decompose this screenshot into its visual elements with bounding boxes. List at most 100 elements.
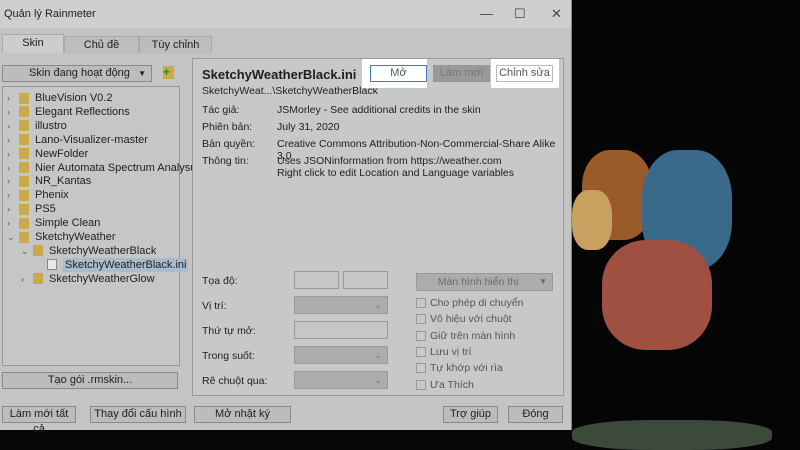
minimize-icon[interactable]: — <box>480 6 493 21</box>
checkbox-label: Lưu vị trí <box>430 345 472 358</box>
folder-icon <box>19 92 29 104</box>
position-select[interactable]: ⌄ <box>294 296 388 314</box>
tree-node-label: SketchyWeatherBlack <box>49 244 157 257</box>
y-coord-input[interactable] <box>343 271 388 289</box>
create-rmskin-button[interactable]: Tạo gói .rmskin... <box>2 372 178 389</box>
refresh-button[interactable]: Làm mới <box>433 65 490 82</box>
skin-tree: › BlueVision V0.2 › Elegant Reflections › ill… <box>2 86 200 366</box>
chevron-right-icon[interactable]: › <box>7 188 19 202</box>
refresh-all-button[interactable]: Làm mới tất cả <box>2 406 76 435</box>
tree-node-label: BlueVision V0.2 <box>35 92 113 104</box>
chevron-down-icon[interactable]: ⌄ <box>7 230 19 244</box>
version-label: Phiên bản: <box>202 121 253 133</box>
info-line-1: Uses JSONinformation from https://weathe… <box>277 155 502 167</box>
checkbox[interactable] <box>416 346 426 357</box>
desktop-background <box>572 0 800 450</box>
dropdown-label: Skin đang hoạt động <box>29 67 130 79</box>
checkbox-option[interactable]: Lưu vị trí <box>416 346 471 358</box>
checkbox-label: Ưa Thích <box>430 378 474 391</box>
skin-details-panel: SketchyWeatherBlack.ini SketchyWeat...\S… <box>192 58 564 396</box>
checkbox-option[interactable]: Vô hiệu với chuột <box>416 313 512 325</box>
open-button[interactable]: Mở <box>370 65 427 82</box>
tree-node-label: Elegant Reflections <box>35 105 130 118</box>
chevron-right-icon[interactable]: › <box>7 105 19 119</box>
hover-label: Rê chuột qua: <box>202 375 268 387</box>
chevron-right-icon[interactable]: › <box>7 91 19 105</box>
transparency-select[interactable]: ⌄ <box>294 346 388 364</box>
active-skins-dropdown[interactable]: Skin đang hoạt động ▼ <box>2 65 152 82</box>
folder-icon <box>33 245 43 257</box>
chevron-right-icon[interactable]: › <box>7 202 19 216</box>
display-monitor-select[interactable]: Màn hình hiển thị ▼ <box>416 273 553 291</box>
folder-icon <box>19 175 29 187</box>
tree-node[interactable]: › Lano-Visualizer-master <box>7 133 148 147</box>
hover-select[interactable]: ⌄ <box>294 371 388 389</box>
checkbox[interactable] <box>416 379 426 390</box>
checkbox[interactable] <box>416 314 426 325</box>
tree-node[interactable]: › Simple Clean <box>7 216 100 230</box>
open-log-button[interactable]: Mở nhật ký <box>194 406 291 423</box>
load-order-input[interactable] <box>294 321 388 339</box>
tree-node[interactable]: › NewFolder <box>7 147 88 161</box>
chevron-right-icon[interactable]: › <box>7 119 19 133</box>
checkbox-label: Tự khớp với rìa <box>430 362 503 375</box>
checkbox-option[interactable]: Tự khớp với rìa <box>416 362 503 374</box>
folder-icon <box>33 273 43 285</box>
checkbox-option[interactable]: Giữ trên màn hình <box>416 330 515 342</box>
license-label: Bản quyền: <box>202 138 256 150</box>
chevron-right-icon[interactable]: › <box>7 161 19 175</box>
checkbox[interactable] <box>416 298 426 308</box>
tree-node[interactable]: › illustro <box>7 119 67 133</box>
checkbox-label: Cho phép di chuyển <box>430 297 524 309</box>
add-skin-icon[interactable]: + <box>163 66 174 79</box>
chevron-down-icon[interactable]: ⌄ <box>21 244 33 258</box>
tree-node[interactable]: › Nier Automata Spectrum Analysur <box>7 161 200 175</box>
tree-node[interactable]: › PS5 <box>7 202 56 216</box>
close-icon[interactable]: ✕ <box>551 6 562 22</box>
tree-node[interactable]: › SketchyWeatherGlow <box>21 272 155 286</box>
tree-node-label: Phenix <box>35 189 69 202</box>
info-label: Thông tin: <box>202 155 249 167</box>
close-button[interactable]: Đóng <box>508 406 563 423</box>
chevron-right-icon[interactable]: › <box>21 272 33 286</box>
chevron-down-icon: ▼ <box>138 69 146 78</box>
author-label: Tác giả: <box>202 104 240 116</box>
edit-button[interactable]: Chỉnh sửa <box>496 65 553 82</box>
folder-icon <box>19 217 29 229</box>
checkbox[interactable] <box>416 363 426 374</box>
tree-node[interactable]: › BlueVision V0.2 <box>7 91 112 105</box>
checkbox-option[interactable]: Ưa Thích <box>416 379 474 391</box>
x-coord-input[interactable] <box>294 271 339 289</box>
folder-icon <box>19 189 29 201</box>
tree-node[interactable]: ⌄ SketchyWeather <box>7 230 116 244</box>
info-line-2: Right click to edit Location and Languag… <box>277 167 514 179</box>
version-value: July 31, 2020 <box>277 121 340 133</box>
tree-node[interactable]: › Phenix <box>7 188 69 202</box>
window-title: Quản lý Rainmeter <box>4 8 96 20</box>
load-order-label: Thứ tự mở: <box>202 325 256 337</box>
maximize-icon[interactable]: ☐ <box>514 6 526 22</box>
chevron-right-icon[interactable]: › <box>7 147 19 161</box>
folder-icon <box>19 203 29 215</box>
tab-themes[interactable]: Chủ đề <box>64 36 139 53</box>
folder-icon <box>19 106 29 118</box>
chevron-right-icon[interactable]: › <box>7 133 19 147</box>
checkbox-option[interactable]: Cho phép di chuyển <box>416 297 523 309</box>
tab-skin[interactable]: Skin <box>2 34 64 53</box>
position-label: Vị trí: <box>202 300 227 312</box>
tree-node[interactable]: › NR_Kantas <box>7 174 91 188</box>
tree-node[interactable]: ⌄ SketchyWeatherBlack <box>21 244 156 258</box>
tree-node-label: NR_Kantas <box>35 175 92 188</box>
chevron-right-icon[interactable]: › <box>7 216 19 230</box>
tab-settings[interactable]: Tùy chỉnh <box>139 36 212 53</box>
tree-node[interactable]: › Elegant Reflections <box>7 105 130 119</box>
change-layout-button[interactable]: Thay đổi cấu hình <box>90 406 186 423</box>
transparency-label: Trong suốt: <box>202 350 255 362</box>
checkbox[interactable] <box>416 330 426 341</box>
tree-node-label: Simple Clean <box>35 217 101 230</box>
chevron-right-icon[interactable]: › <box>7 174 19 188</box>
tree-node-label: SketchyWeatherGlow <box>49 272 155 285</box>
checkbox-label: Vô hiệu với chuột <box>430 313 512 326</box>
help-button[interactable]: Trợ giúp <box>443 406 498 423</box>
tree-node[interactable]: SketchyWeatherBlack.ini <box>35 257 189 272</box>
